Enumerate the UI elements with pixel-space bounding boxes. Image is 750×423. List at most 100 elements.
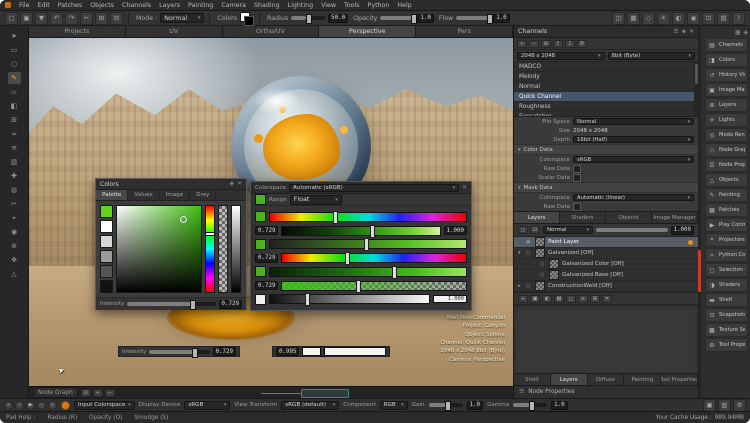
layer-row-galvanized-color[interactable]: ○ Galvanized Color [Off] [514,259,698,270]
paint-target-icon[interactable] [61,401,70,410]
grid-icon[interactable]: ▦ [627,12,640,25]
gain-value[interactable]: 1.0 [467,401,483,410]
detach-palette-icon[interactable]: ◈ [682,29,686,35]
lighting-icon[interactable]: ☀ [657,12,670,25]
raw-data-checkbox[interactable] [573,165,581,173]
layer-visibility-icon[interactable]: ○ [540,261,546,267]
menu-item[interactable]: Camera [221,2,246,9]
add-channel-icon[interactable]: + [517,40,527,48]
dock-bottom-tab[interactable]: Tool Properties [661,374,698,385]
alpha-gradient-bar[interactable] [281,281,467,291]
color-picker-tool-icon[interactable]: ◉ [8,226,21,238]
palette-button-node-properties[interactable]: ☰ Node Properties [705,158,748,172]
histogram-icon[interactable]: ▥ [718,399,731,412]
picker-cursor[interactable] [180,216,187,223]
wireframe-icon[interactable]: ◇ [642,12,655,25]
go-to-start-icon[interactable]: « [4,401,13,410]
alpha-slider[interactable] [218,205,228,293]
remove-channel-icon[interactable]: − [529,40,539,48]
display-settings-icon[interactable]: ⚙ [733,399,746,412]
menu-item[interactable]: Lighting [288,2,313,9]
viewport-tab[interactable]: UV [126,26,223,37]
menu-item[interactable]: Painting [188,2,213,9]
merge-layers-icon[interactable]: ≡ [578,295,588,303]
colors-palette-tab[interactable]: Values [128,190,159,200]
dock-bottom-tab[interactable]: Diffuse [588,374,625,385]
layer-expand-icon[interactable]: ▸ [518,283,523,289]
help-icon[interactable]: ? [732,12,745,25]
hue-slider[interactable] [205,205,215,293]
palette-button-channels[interactable]: ▤ Channels [705,38,748,52]
menu-item[interactable]: File [19,2,30,9]
hue-cursor[interactable] [205,232,215,236]
palette-button-colors[interactable]: ◨ Colors [705,53,748,67]
layer-opacity-value[interactable]: 1.000 [671,226,694,235]
greyscale-slider[interactable] [231,205,241,293]
close-palette-icon[interactable]: ✕ [689,29,694,35]
value-gradient-bar[interactable] [269,267,467,277]
palette-button-painting[interactable]: ✎ Painting [705,188,748,202]
palette-button-texture-sets[interactable]: ▩ Texture Sets [705,323,748,337]
close-icon[interactable]: ✕ [462,185,467,191]
layer-cache-icon[interactable]: ⊡ [530,226,540,234]
layer-row-galvanized[interactable]: ▾ ○ Galvanized [Off] [514,248,698,259]
gamma-value[interactable]: 1.0 [551,401,567,410]
palette-button-layers[interactable]: ≣ Layers [705,98,748,112]
palette-menu-icon[interactable]: ☰ [673,29,678,35]
red-channel-value[interactable]: 0.729 [255,226,278,235]
eraser-tool-icon[interactable]: ▱ [8,86,21,98]
saturation-value-picker[interactable] [116,205,202,293]
copy-icon[interactable]: ⊞ [95,12,108,25]
menu-item[interactable]: Shading [254,2,280,9]
spectrum-gradient-bar[interactable] [269,212,467,222]
channel-row[interactable]: Normal [514,82,698,92]
paint-bucket-tool-icon[interactable]: ◧ [8,100,21,112]
colorspace-node[interactable] [301,389,349,398]
colorspace-dropdown[interactable]: Automatic (sRGB) [289,184,459,192]
save-project-icon[interactable]: ▼ [35,12,48,25]
input-colorspace-dropdown[interactable]: Input Colorspace [74,401,135,410]
menu-item[interactable]: Python [368,2,390,9]
select-tool-icon[interactable]: ➤ [8,30,21,42]
vector-paint-tool-icon[interactable]: ✚ [8,170,21,182]
add-mask-icon[interactable]: ◻ [566,295,576,303]
current-color-swatch[interactable] [100,205,113,218]
channel-row[interactable]: Quick Channel [514,92,698,102]
menu-item[interactable]: Layers [159,2,180,9]
palette-button-objects[interactable]: △ Objects [705,173,748,187]
gain-slider[interactable] [429,403,463,407]
colorspace-dropdown[interactable]: sRGB [573,156,694,164]
green-chip[interactable] [255,239,266,250]
palette-button-shelf[interactable]: ▬ Shelf [705,293,748,307]
export-channel-icon[interactable]: ↥ [553,40,563,48]
palette-button-projectors[interactable]: ⌖ Projectors [705,233,748,247]
clone-stamp-tool-icon[interactable]: ⊞ [8,114,21,126]
blend-mode-dropdown[interactable]: Normal [543,226,593,234]
open-project-icon[interactable]: ▣ [20,12,33,25]
opacity-value[interactable]: 1.0 [417,14,433,23]
import-channel-icon[interactable]: ↧ [565,40,575,48]
swatch-light-grey[interactable] [100,235,113,248]
flow-slider[interactable] [456,16,490,20]
node-properties-bar[interactable]: ☰ Node Properties [514,385,698,398]
zoom-tool-icon[interactable]: ⊕ [8,240,21,252]
marquee-select-tool-icon[interactable]: ▭ [8,44,21,56]
smear-tool-icon[interactable]: ≋ [8,142,21,154]
warp-tool-icon[interactable]: ◍ [8,184,21,196]
menu-item[interactable]: Edit [38,2,50,9]
menu-item[interactable]: Channels [122,2,151,9]
color-sample-icon[interactable]: ◉ [687,12,700,25]
paint-mode-dropdown[interactable]: Normal [160,13,204,23]
luminance-value[interactable]: 1.000 [433,295,467,303]
mask-colorspace-dropdown[interactable]: Automatic (linear) [573,194,694,202]
blue-channel-value[interactable]: 0.729 [255,281,278,290]
screen-layout-icon[interactable]: ▤ [717,12,730,25]
intensity-float-value[interactable]: 0.729 [213,347,236,356]
colors-palette-header[interactable]: Colors ◈ ✕ [96,179,246,190]
symmetry-icon[interactable]: ◫ [612,12,625,25]
color-swatches[interactable] [240,12,254,25]
dock-palettes-icon[interactable]: ▦ [735,30,740,36]
value-gradient-slider[interactable] [302,347,386,356]
zoom-in-nodes-icon[interactable]: + [93,389,103,397]
swatch-mid-grey[interactable] [100,250,113,263]
